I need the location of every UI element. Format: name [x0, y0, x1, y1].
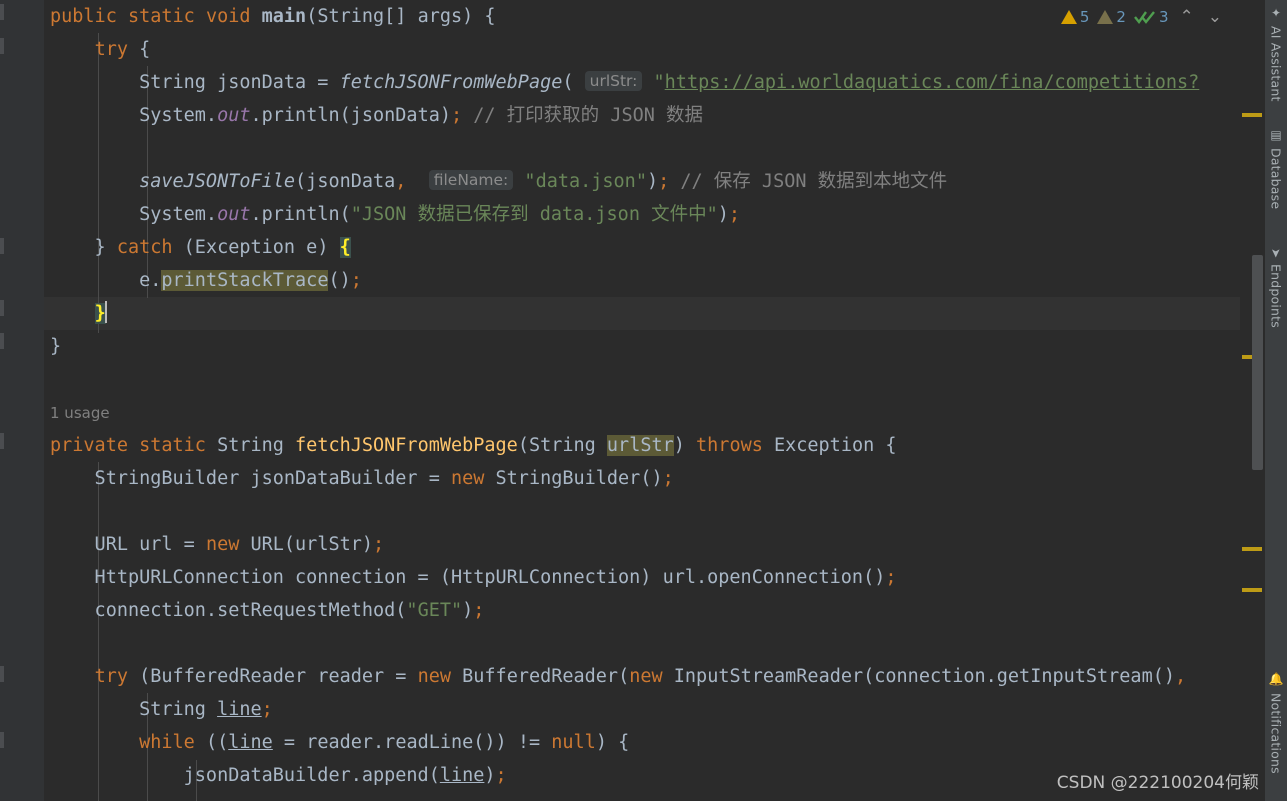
warnings-indicator[interactable]: 5 — [1059, 8, 1092, 26]
double-check-icon — [1134, 9, 1156, 25]
watermark-text: CSDN @222100204何颖 — [1056, 773, 1259, 793]
gutter-change-marker[interactable] — [0, 38, 4, 54]
inlay-hint-urlstr[interactable]: urlStr: — [584, 71, 643, 91]
tool-button-database[interactable]: ▤ Database — [1265, 128, 1287, 209]
code-line[interactable]: private static String fetchJSONFromWebPa… — [44, 429, 1240, 462]
code-line[interactable]: HttpURLConnection connection = (HttpURLC… — [44, 561, 1240, 594]
passed-inspections-indicator[interactable]: 3 — [1132, 8, 1171, 26]
code-vision-hint[interactable]: 1 usage — [44, 396, 1240, 429]
tool-label-notifications: Notifications — [1268, 692, 1284, 774]
matching-brace-open: { — [339, 237, 351, 258]
passed-count: 3 — [1158, 8, 1169, 26]
filename-string-literal: data.json — [535, 171, 636, 192]
highlighted-identifier-printstacktrace[interactable]: printStackTrace — [161, 270, 329, 291]
inlay-hint-filename[interactable]: fileName: — [428, 170, 514, 190]
editor-scrollbar-thumb[interactable] — [1252, 255, 1263, 470]
code-line[interactable]: try (BufferedReader reader = new Buffere… — [44, 660, 1240, 693]
endpoints-icon: ➤ — [1269, 248, 1283, 259]
code-line-blank[interactable] — [44, 363, 1240, 396]
code-text[interactable]: public static void main(String[] args) {… — [44, 0, 1240, 801]
warning-count: 5 — [1079, 8, 1090, 26]
gutter-change-marker[interactable] — [0, 433, 4, 449]
ide-editor-window: public static void main(String[] args) {… — [0, 0, 1287, 801]
tool-button-ai-assistant[interactable]: ✦ AI Assistant — [1265, 6, 1287, 102]
code-line-blank[interactable] — [44, 132, 1240, 165]
tool-button-notifications[interactable]: 🔔 Notifications — [1265, 672, 1287, 774]
code-line-blank[interactable] — [44, 627, 1240, 660]
warning-triangle-icon — [1060, 10, 1077, 24]
ai-assistant-icon: ✦ — [1269, 6, 1283, 21]
code-line[interactable]: URL url = new URL(urlStr); — [44, 528, 1240, 561]
saved-message-literal: JSON 数据已保存到 data.json 文件中 — [361, 204, 707, 225]
comment-save-json: // 保存 JSON 数据到本地文件 — [680, 171, 948, 192]
gutter-change-marker[interactable] — [0, 333, 4, 349]
tool-button-endpoints[interactable]: ➤ Endpoints — [1265, 248, 1287, 328]
gutter-change-marker[interactable] — [0, 4, 4, 20]
highlighted-identifier-urlstr[interactable]: urlStr — [606, 435, 674, 456]
code-line[interactable]: StringBuilder jsonDataBuilder = new Stri… — [44, 462, 1240, 495]
code-line[interactable]: connection.setRequestMethod("GET"); — [44, 594, 1240, 627]
code-line-current[interactable]: } — [44, 297, 1240, 330]
code-line[interactable]: while ((line = reader.readLine()) != nul… — [44, 726, 1240, 759]
tool-label-ai-assistant: AI Assistant — [1268, 26, 1284, 102]
weak-warning-triangle-icon — [1097, 10, 1114, 24]
request-method-literal: GET — [417, 600, 451, 621]
code-line[interactable]: saveJSONToFile(jsonData, fileName: "data… — [44, 165, 1240, 198]
stripe-warning-marker[interactable] — [1242, 113, 1262, 117]
url-string-literal[interactable]: https://api.worldaquatics.com/fina/compe… — [665, 72, 1200, 93]
weak-warning-count: 2 — [1116, 8, 1126, 26]
code-line[interactable]: System.out.println(jsonData); // 打印获取的 J… — [44, 99, 1240, 132]
inspection-widget[interactable]: 5 2 3 ⌃ ⌄ — [1059, 4, 1227, 30]
text-caret — [104, 301, 107, 323]
code-line[interactable]: e.printStackTrace(); — [44, 264, 1240, 297]
gutter-change-marker[interactable] — [0, 666, 4, 682]
code-line[interactable]: String line; — [44, 693, 1240, 726]
prev-problem-icon[interactable]: ⌃ — [1175, 8, 1199, 26]
gutter-change-marker[interactable] — [0, 238, 4, 254]
tool-label-database: Database — [1268, 148, 1284, 210]
code-line[interactable]: } — [44, 330, 1240, 363]
code-line[interactable]: try { — [44, 33, 1240, 66]
comment-print-json: // 打印获取的 JSON 数据 — [473, 105, 704, 126]
weak-warnings-indicator[interactable]: 2 — [1095, 8, 1128, 26]
usage-count-label[interactable]: 1 usage — [50, 404, 110, 422]
gutter-change-marker[interactable] — [0, 732, 4, 748]
code-editor-area[interactable]: public static void main(String[] args) {… — [44, 0, 1240, 801]
code-line[interactable]: String jsonData = fetchJSONFromWebPage( … — [44, 66, 1240, 99]
bell-icon: 🔔 — [1269, 672, 1283, 687]
code-line[interactable]: System.out.println("JSON 数据已保存到 data.jso… — [44, 198, 1240, 231]
stripe-warning-marker[interactable] — [1242, 547, 1262, 551]
code-line[interactable]: } catch (Exception e) { — [44, 231, 1240, 264]
stripe-warning-marker[interactable] — [1242, 588, 1262, 592]
code-line-blank[interactable] — [44, 495, 1240, 528]
database-icon: ▤ — [1269, 128, 1283, 143]
gutter-change-marker[interactable] — [0, 300, 4, 316]
next-problem-icon[interactable]: ⌄ — [1203, 8, 1227, 26]
right-tool-window-bar[interactable]: ✦ AI Assistant ▤ Database ➤ Endpoints 🔔 … — [1264, 0, 1287, 801]
tool-label-endpoints: Endpoints — [1268, 264, 1284, 329]
editor-gutter[interactable] — [0, 0, 44, 801]
